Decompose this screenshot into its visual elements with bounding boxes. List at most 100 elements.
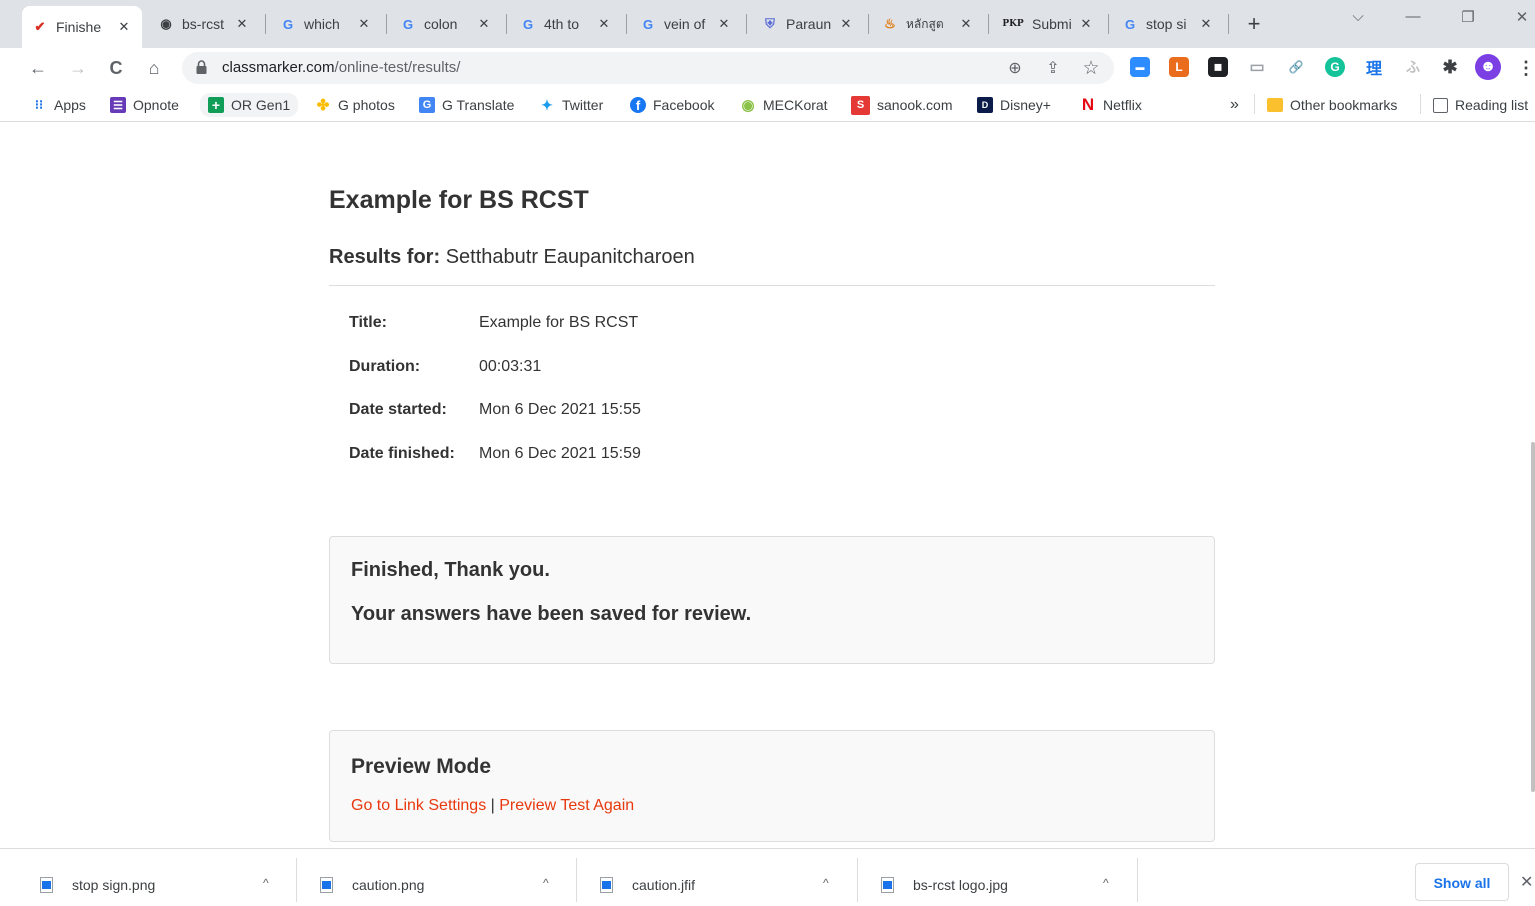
bookmark-g-translate[interactable]: G G Translate <box>419 95 514 115</box>
bookmark-apps[interactable]: ⁝⁝ Apps <box>31 95 86 115</box>
bookmark-g-photos[interactable]: ✤ G photos <box>315 95 395 115</box>
tab-separator <box>626 14 627 34</box>
close-icon[interactable]: ✕ <box>958 16 974 32</box>
list-icon: ☰ <box>110 97 126 113</box>
tab-colon[interactable]: G colon ✕ <box>390 6 502 42</box>
menu-icon[interactable]: ⋮ <box>1514 56 1535 80</box>
shield-icon: ⛨ <box>765 16 775 31</box>
hiragana-extension-icon[interactable]: ふ <box>1403 57 1423 77</box>
bookmark-label: Disney+ <box>1000 97 1051 113</box>
sanook-icon: S <box>851 95 870 115</box>
bookmark-label: G photos <box>338 97 395 113</box>
tab-title: colon <box>424 16 458 32</box>
reading-list[interactable]: Reading list <box>1433 95 1528 115</box>
bookmark-label: MECKorat <box>763 97 828 113</box>
facebook-icon: f <box>630 97 646 113</box>
tab-vein-of[interactable]: G vein of ✕ <box>630 6 742 42</box>
kanji-extension-icon[interactable]: 理 <box>1364 57 1384 78</box>
download-item-caution-jfif[interactable]: caution.jfif <box>600 864 695 906</box>
bookmarks-overflow-button[interactable]: » <box>1230 95 1239 115</box>
zoom-extension-icon[interactable]: ▬ <box>1130 57 1150 77</box>
minimize-button[interactable]: — <box>1398 8 1428 25</box>
scrollbar-thumb[interactable] <box>1531 442 1535 792</box>
link-extension-icon[interactable]: 🔗 <box>1286 57 1306 77</box>
bookmark-meckorat[interactable]: ◉ MECKorat <box>740 95 828 115</box>
zoom-icon[interactable]: ⊕ <box>1004 58 1026 80</box>
other-bookmarks[interactable]: Other bookmarks <box>1267 95 1397 115</box>
tab-submit[interactable]: PKP Submi ✕ <box>992 6 1104 42</box>
close-icon[interactable]: ✕ <box>234 16 250 32</box>
download-separator <box>857 858 858 902</box>
new-tab-button[interactable]: + <box>1242 10 1266 38</box>
info-value: 00:03:31 <box>479 358 542 375</box>
bookmark-label: Netflix <box>1103 97 1142 113</box>
tab-4th-to[interactable]: G 4th to ✕ <box>510 6 622 42</box>
close-icon[interactable]: ✕ <box>1198 16 1214 32</box>
bookmark-or-gen1[interactable]: + OR Gen1 <box>200 93 299 117</box>
show-all-button[interactable]: Show all <box>1415 863 1509 901</box>
download-name: caution.png <box>352 877 425 893</box>
bookmark-disney[interactable]: D Disney+ <box>977 95 1051 115</box>
bookmark-label: Facebook <box>653 97 715 113</box>
tab-paraun[interactable]: ⛨ Paraun ✕ <box>752 6 864 42</box>
close-icon[interactable]: ✕ <box>838 16 854 32</box>
profile-avatar[interactable]: ☻ <box>1475 54 1501 80</box>
tab-search-icon[interactable]: ⌵ <box>1343 8 1373 25</box>
close-icon[interactable]: ✕ <box>596 16 612 32</box>
puzzle-icon[interactable]: ✱ <box>1440 57 1460 77</box>
close-icon[interactable]: ✕ <box>476 16 492 32</box>
google-icon: G <box>402 16 414 32</box>
preview-test-again-link[interactable]: Preview Test Again <box>499 797 634 814</box>
back-icon[interactable]: ← <box>26 56 50 80</box>
office-extension-icon[interactable]: L <box>1169 57 1189 77</box>
close-icon[interactable]: ✕ <box>1078 16 1094 32</box>
reload-icon[interactable]: C <box>104 56 128 80</box>
star-icon[interactable]: ☆ <box>1080 58 1102 80</box>
page-content: Example for BS RCST Results for: Setthab… <box>0 122 1535 848</box>
google-icon: G <box>1124 16 1136 32</box>
download-item-caution-png[interactable]: caution.png <box>320 864 424 906</box>
tab-stop-sign[interactable]: G stop si ✕ <box>1112 6 1224 42</box>
grammarly-extension-icon[interactable]: G <box>1325 57 1345 77</box>
chevron-up-icon[interactable]: ^ <box>543 876 549 890</box>
bookmark-sanook[interactable]: S sanook.com <box>851 95 952 115</box>
screen-extension-icon[interactable]: ◼ <box>1208 57 1228 77</box>
bookmark-twitter[interactable]: ✦ Twitter <box>539 95 603 115</box>
close-icon[interactable]: ✕ <box>356 16 372 32</box>
restore-button[interactable]: ❐ <box>1453 8 1483 26</box>
close-window-button[interactable]: ✕ <box>1507 8 1535 26</box>
image-file-icon <box>881 876 895 894</box>
close-icon[interactable]: ✕ <box>116 19 132 35</box>
bookmark-netflix[interactable]: N Netflix <box>1080 95 1142 115</box>
info-value: Mon 6 Dec 2021 15:55 <box>479 401 641 418</box>
address-bar[interactable]: classmarker.com/online-test/results/ ⊕ ⇪… <box>182 52 1114 84</box>
close-shelf-icon[interactable]: ✕ <box>1520 872 1533 892</box>
page-scrollbar[interactable] <box>1529 122 1535 848</box>
tab-title: vein of <box>664 16 706 32</box>
tab-separator <box>506 14 507 34</box>
finished-panel: Finished, Thank you. Your answers have b… <box>329 536 1215 664</box>
home-icon[interactable]: ⌂ <box>142 56 166 80</box>
tab-title: หลักสูต <box>906 16 944 31</box>
url-text: classmarker.com/online-test/results/ <box>222 59 460 76</box>
download-item-stop-sign[interactable]: stop sign.png <box>40 864 155 906</box>
download-item-bs-rcst-logo[interactable]: bs-rcst logo.jpg <box>881 864 1008 906</box>
share-icon[interactable]: ⇪ <box>1042 58 1064 80</box>
tab-which[interactable]: G which ✕ <box>270 6 382 42</box>
preview-links: Go to Link Settings | Preview Test Again <box>351 797 634 815</box>
tab-thai-course[interactable]: ♨ หลักสูต ✕ <box>872 6 984 42</box>
bookmark-facebook[interactable]: f Facebook <box>630 95 714 115</box>
bookmark-label: G Translate <box>442 97 515 113</box>
bookmark-opnote[interactable]: ☰ Opnote <box>110 95 179 115</box>
bookmark-label: Opnote <box>133 97 179 113</box>
chevron-up-icon[interactable]: ^ <box>263 876 269 890</box>
chevron-up-icon[interactable]: ^ <box>823 876 829 890</box>
tab-finished[interactable]: ✔ Finishe ✕ <box>22 6 142 48</box>
chevron-up-icon[interactable]: ^ <box>1103 876 1109 890</box>
tab-bs-rcst[interactable]: ◉ bs-rcst ✕ <box>148 6 260 42</box>
doc-extension-icon[interactable]: ▭ <box>1247 57 1267 77</box>
close-icon[interactable]: ✕ <box>716 16 732 32</box>
link-settings-link[interactable]: Go to Link Settings <box>351 797 486 814</box>
finished-message: Finished, Thank you. <box>351 559 550 581</box>
forward-icon[interactable]: → <box>66 56 90 80</box>
